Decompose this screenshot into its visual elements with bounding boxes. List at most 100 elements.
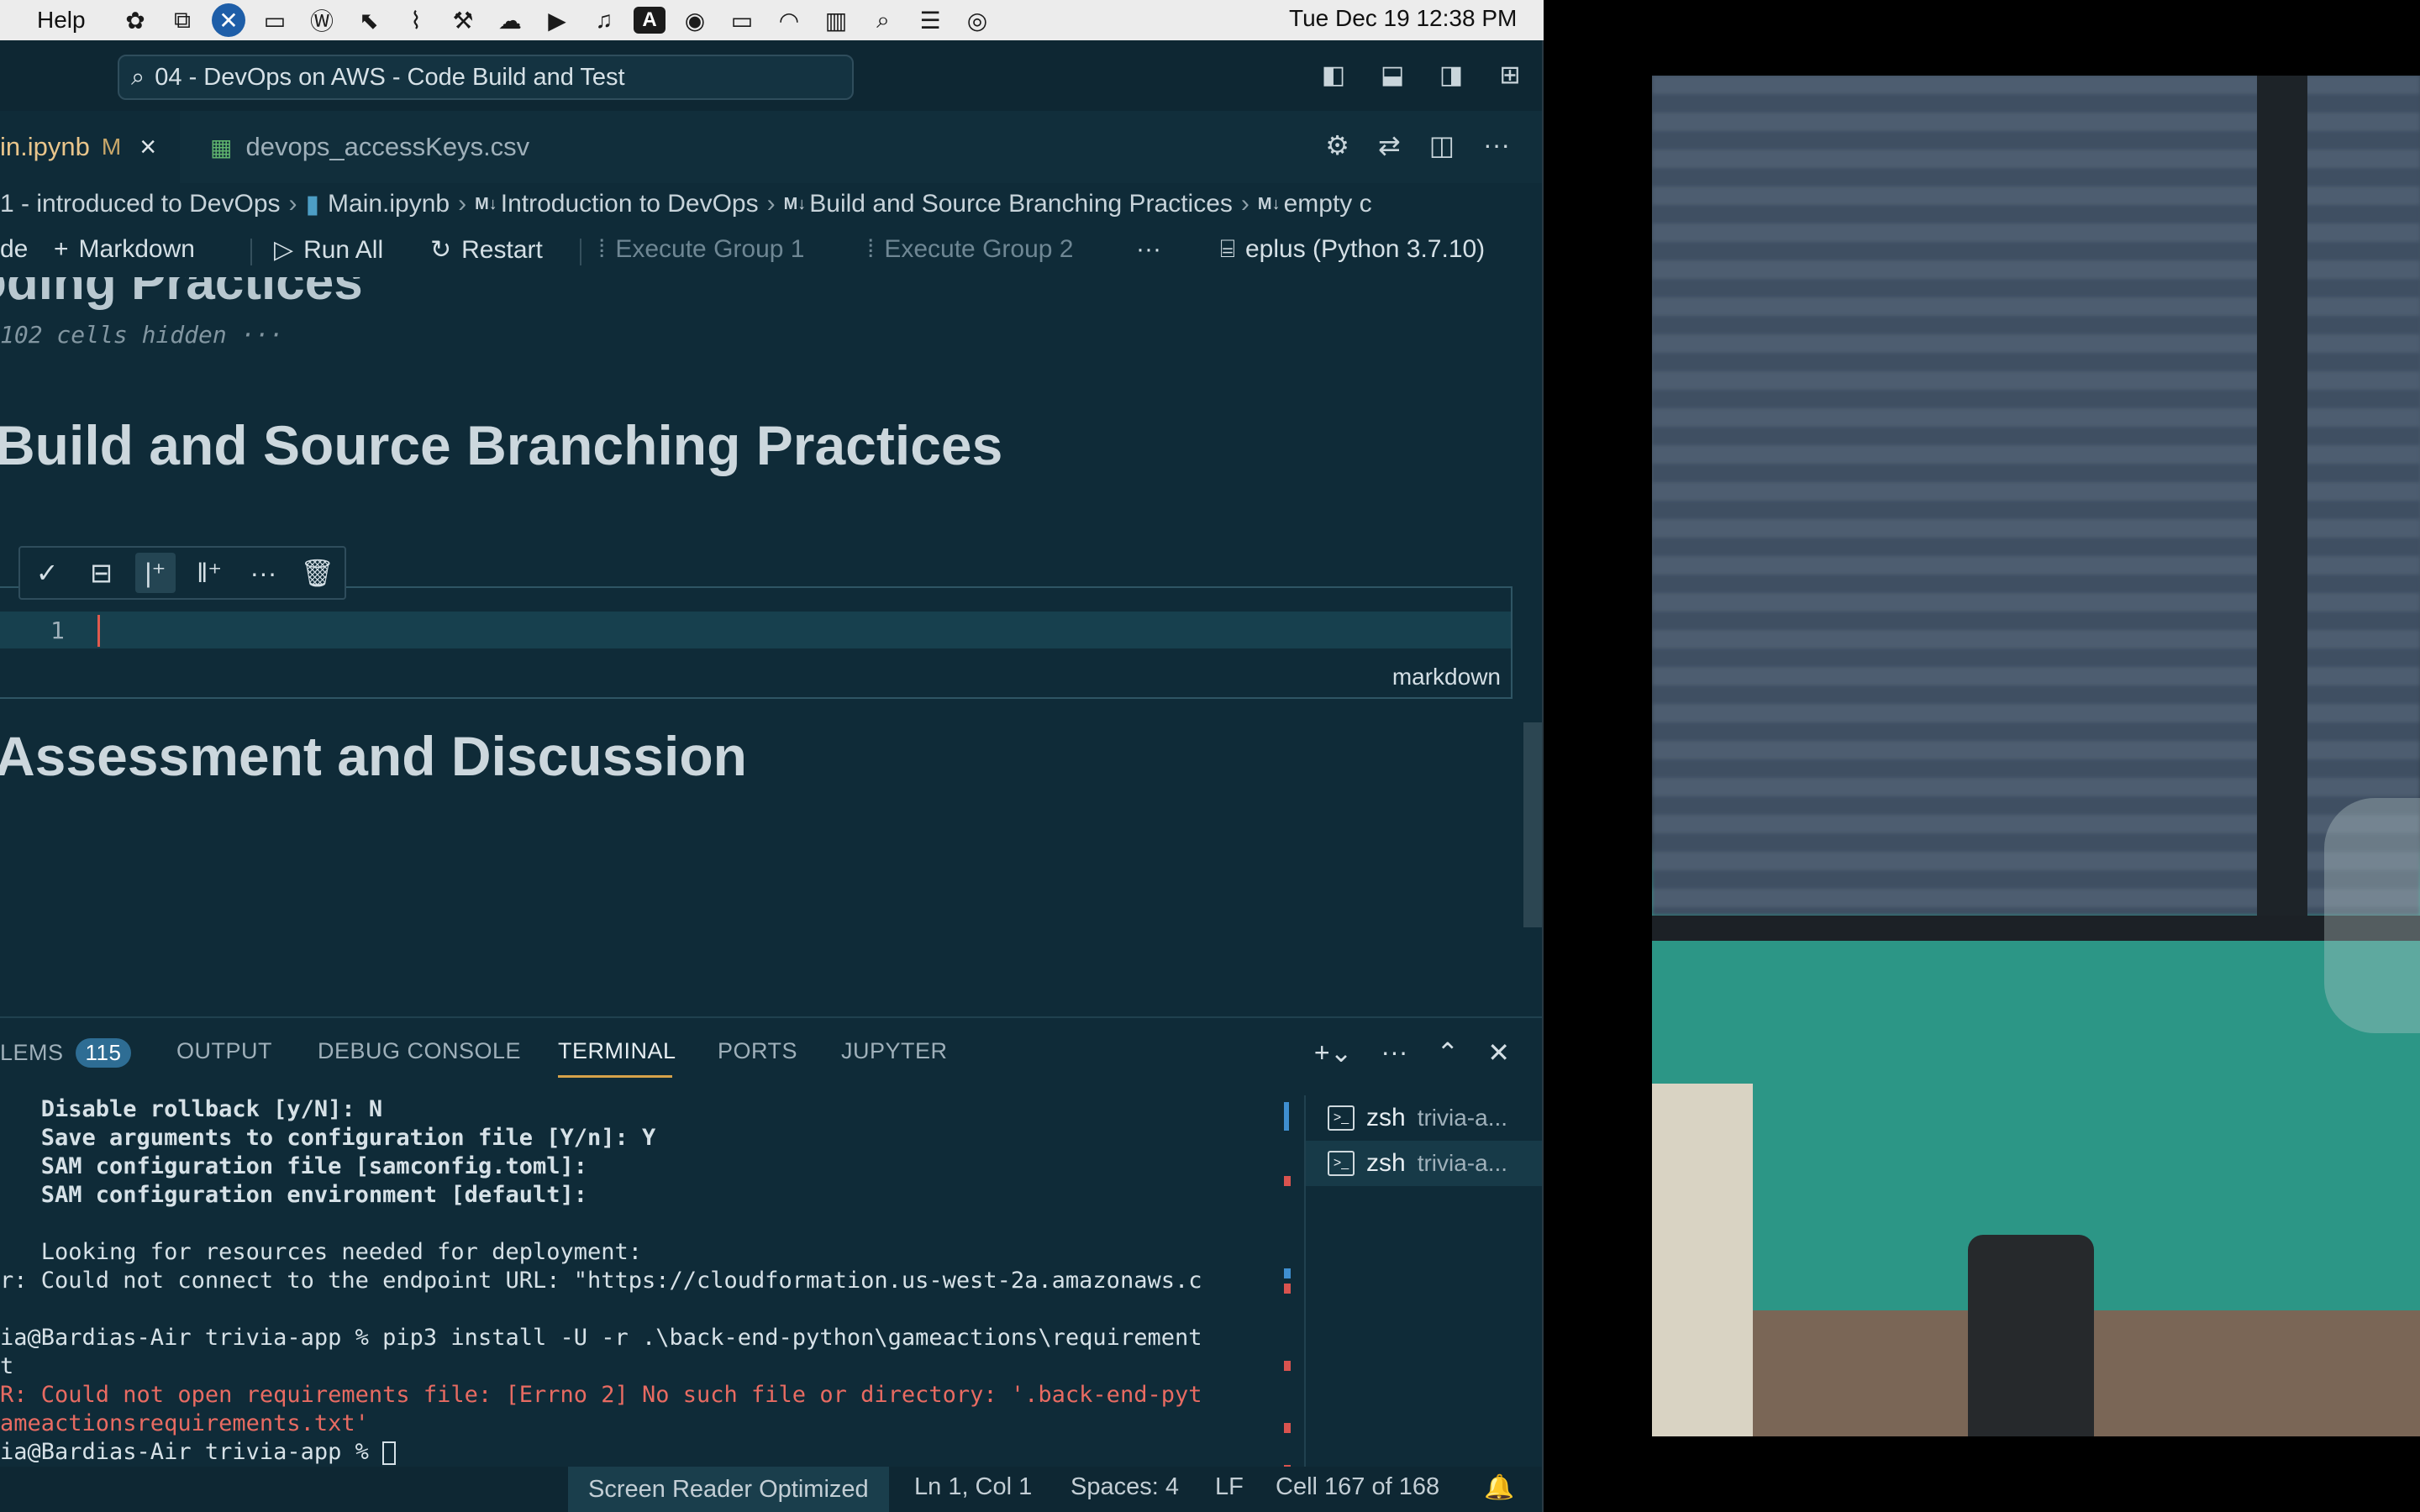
user-icon[interactable]: ◉ [677,5,713,35]
tab-terminal[interactable]: TERMINAL [558,1038,676,1064]
add-markdown-button[interactable]: + Markdown [54,235,195,264]
stop-editing-check-icon[interactable]: ✓ [27,553,67,593]
command-center[interactable]: ⌕ 04 - DevOps on AWS - Code Build and Te… [118,55,854,100]
problems-count-badge: 115 [75,1038,132,1068]
close-tab-icon[interactable]: × [139,131,156,164]
cell-language-label[interactable]: markdown [1392,664,1501,690]
notebook-file-icon: ▮ [305,190,320,218]
terminal-line: R: Could not open requirements file: [Er… [0,1382,1202,1408]
more-cell-actions-icon[interactable]: ··· [243,553,283,593]
scroll-marker [1284,1284,1291,1294]
battery-icon[interactable]: ▭ [724,5,760,35]
terminal-name: trivia-a... [1417,1150,1508,1176]
add-code-button[interactable]: de [0,235,28,264]
kernel-icon: ⌸ [1220,235,1235,263]
text-cursor [97,615,100,647]
execute-group-icon: ⁞ [867,235,875,263]
keyboard-a-icon[interactable]: A [634,7,666,34]
maximize-panel-icon[interactable]: ⌃ [1436,1037,1459,1068]
terminal-output[interactable]: Disable rollback [y/N]: N Save arguments… [0,1095,1277,1490]
end-of-line[interactable]: LF [1215,1473,1244,1501]
execute-above-icon[interactable]: |⁺ [134,553,176,593]
markdown-icon: M↓ [783,194,807,213]
indentation[interactable]: Spaces: 4 [1071,1473,1179,1501]
cursor-icon[interactable]: ⬉ [351,5,387,35]
toggle-primary-sidebar-icon[interactable]: ◧ [1317,59,1350,92]
toolbar-divider [580,239,581,265]
tab-debug-console[interactable]: DEBUG CONSOLE [318,1038,521,1064]
screen-share-icon[interactable]: ⧉ [165,5,200,35]
restart-button[interactable]: ↻ Restart [430,235,543,265]
section-heading: Build and Source Branching Practices [0,414,1003,476]
notebook-editor: oding Practices 102 cells hidden ··· Bui… [0,277,1542,1016]
breadcrumb-section[interactable]: Introduction to DevOps [501,190,759,218]
breadcrumb-file[interactable]: Main.ipynb [328,190,450,218]
cursor-position[interactable]: Ln 1, Col 1 [914,1473,1032,1501]
wordpress-icon[interactable]: Ⓦ [304,5,339,35]
wifi-icon[interactable]: ◠ [771,5,807,35]
vscode-window: ⌕ 04 - DevOps on AWS - Code Build and Te… [0,40,1544,1512]
terminal-line: Looking for resources needed for deploym… [0,1239,643,1265]
breadcrumb-cell[interactable]: empty c [1284,190,1372,218]
search-icon: ⌕ [131,63,145,91]
customize-layout-icon[interactable]: ⊞ [1493,59,1527,92]
app-x-icon[interactable]: ✕ [212,3,245,37]
toggle-panel-icon[interactable]: ⬓ [1376,59,1409,92]
control-center-icon[interactable]: ☰ [913,5,948,35]
tab-label: devops_accessKeys.csv [245,132,530,161]
compare-changes-icon[interactable]: ⇄ [1378,129,1401,161]
restart-icon: ↻ [430,236,452,264]
memory-icon[interactable]: ▥ [818,5,854,35]
markdown-cell-editor[interactable]: 1 markdown [0,586,1512,699]
editor-tab-bar: in.ipynb M × ▦ devops_accessKeys.csv ⚙ ⇄… [0,111,1542,183]
tab-jupyter[interactable]: JUPYTER [841,1038,948,1064]
help-menu[interactable]: Help [37,7,86,34]
play-icon[interactable]: ▶ [539,5,575,35]
kernel-label: eplus (Python 3.7.10) [1245,235,1486,263]
tab-ports[interactable]: PORTS [718,1038,797,1064]
terminal-list-item[interactable]: >_ zsh trivia-a... [1306,1141,1542,1186]
execute-group-2-button[interactable]: ⁞ Execute Group 2 [867,235,1073,264]
more-actions-icon[interactable]: ··· [1483,129,1510,161]
terminal-icon: >_ [1328,1105,1355,1131]
cell-indicator[interactable]: Cell 167 of 168 [1276,1473,1439,1501]
cloud-sync-icon[interactable]: ✿ [118,5,153,35]
paperclip-icon[interactable]: ⌇ [398,5,434,35]
breadcrumb-folder[interactable]: 1 - introduced to DevOps [0,190,281,218]
delete-cell-icon[interactable]: 🗑 [297,553,338,593]
terminal-line: ia@Bardias-Air trivia-app % pip3 install… [0,1325,1202,1351]
execute-group-1-button[interactable]: ⁞ Execute Group 1 [598,235,804,264]
breadcrumb-subsection[interactable]: Build and Source Branching Practices [809,190,1233,218]
tab-output[interactable]: OUTPUT [176,1038,272,1064]
close-panel-icon[interactable]: ✕ [1487,1037,1510,1068]
siri-icon[interactable]: ◎ [960,5,995,35]
tab-devops-access-keys-csv[interactable]: ▦ devops_accessKeys.csv [180,111,600,183]
notifications-bell-icon[interactable]: 🔔 [1484,1473,1514,1502]
more-toolbar-actions-button[interactable]: ··· [1136,235,1161,264]
kernel-picker[interactable]: ⌸ eplus (Python 3.7.10) [1220,235,1485,264]
toggle-secondary-sidebar-icon[interactable]: ◨ [1434,59,1468,92]
window-icon[interactable]: ▭ [257,5,292,35]
execute-below-icon[interactable]: ‖⁺ [189,553,229,593]
tab-problems[interactable]: LEMS 115 [0,1038,132,1068]
split-editor-icon[interactable]: ◫ [1429,129,1455,161]
run-all-button[interactable]: ▷ Run All [274,235,383,265]
split-cell-icon[interactable]: ⊟ [81,553,121,593]
more-actions-icon[interactable]: ··· [1381,1037,1407,1068]
editor-scrollbar[interactable] [1523,722,1542,927]
settings-gear-icon[interactable]: ⚙ [1325,129,1349,161]
tab-main-ipynb[interactable]: in.ipynb M × [0,111,180,183]
search-icon[interactable]: ⌕ [865,5,901,35]
scroll-marker [1284,1423,1291,1433]
headphones-icon[interactable]: ♫ [587,5,622,35]
tools-icon[interactable]: ⚒ [445,5,481,35]
terminal-line: t [0,1353,14,1379]
cloud-icon[interactable]: ☁ [492,5,528,35]
chevron-right-icon: › [458,190,467,218]
new-terminal-icon[interactable]: +⌄ [1314,1037,1353,1068]
hidden-cells-indicator[interactable]: 102 cells hidden ··· [0,321,283,349]
menu-bar-clock[interactable]: Tue Dec 19 12:38 PM [1289,5,1517,32]
plus-icon: + [54,235,69,263]
terminal-list-item[interactable]: >_ zsh trivia-a... [1306,1095,1542,1141]
screen-reader-mode[interactable]: Screen Reader Optimized [568,1467,889,1512]
